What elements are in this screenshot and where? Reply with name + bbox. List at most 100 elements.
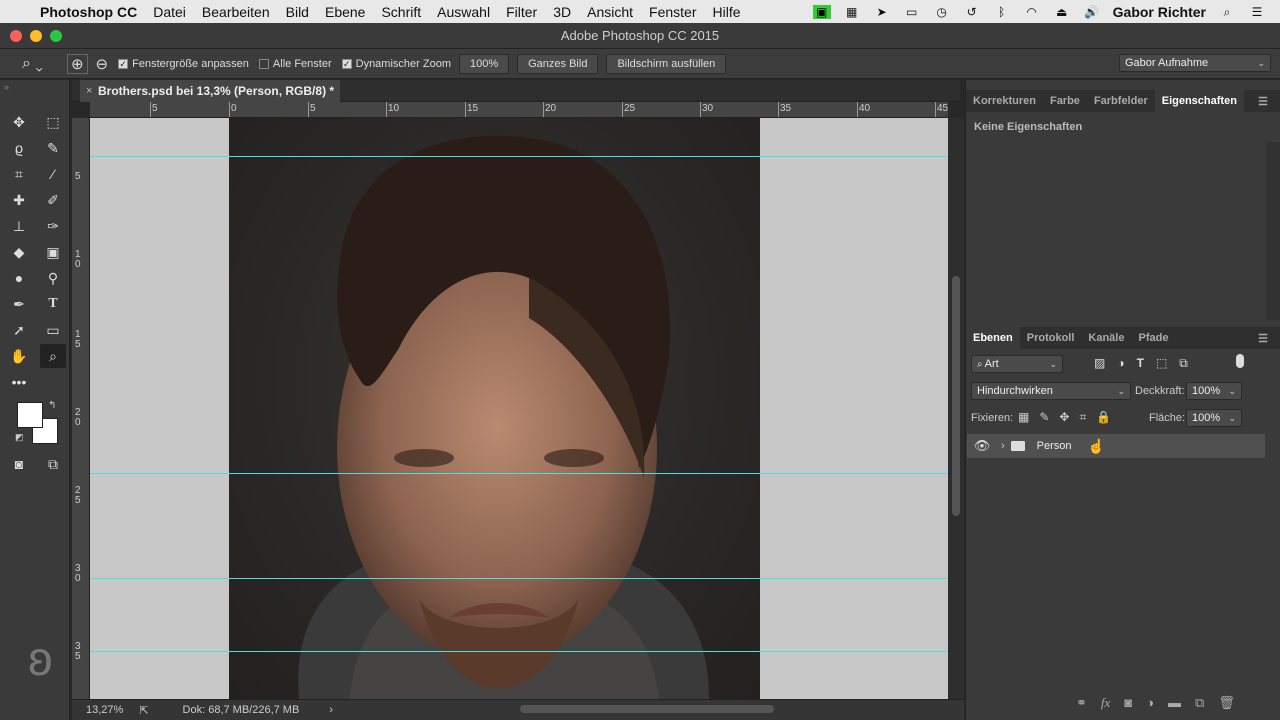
pen-tool-icon[interactable]: ✒ [6,292,32,316]
horizontal-ruler[interactable]: 5 0 5 10 15 20 25 30 35 40 45 [90,102,948,118]
more-tools-icon[interactable]: ••• [6,370,32,394]
rectangle-tool-icon[interactable]: ▭ [40,318,66,342]
link-layers-icon[interactable]: ⚭ [1076,695,1087,711]
filter-toggle-icon[interactable] [1236,354,1244,368]
lock-position-icon[interactable]: ✥ [1059,410,1069,425]
menu-app-name[interactable]: Photoshop CC [40,4,137,20]
zoom-in-icon[interactable]: ⊕ [66,53,88,74]
move-tool-icon[interactable]: ✥ [6,110,32,134]
layer-filter-dropdown[interactable]: ⌕ Art ⌄ [971,355,1063,373]
dodge-tool-icon[interactable]: ⚲ [40,266,66,290]
canvas-area[interactable] [90,118,948,699]
dynamic-zoom-checkbox[interactable]: ✓ [341,58,352,69]
properties-scrollbar[interactable] [1266,142,1280,320]
adjustment-filter-icon[interactable]: ◑ [1117,356,1124,371]
menu-ebene[interactable]: Ebene [325,4,365,20]
quick-mask-icon[interactable]: ◙ [6,452,32,476]
layer-name[interactable]: Person [1037,440,1072,452]
brush-tool-icon[interactable]: ✐ [40,188,66,212]
status-app-icon[interactable]: ▣ [812,4,831,19]
path-selection-tool-icon[interactable]: ➚ [6,318,32,342]
lock-image-pixels-icon[interactable]: ✎ [1039,410,1049,425]
delete-layer-icon[interactable]: 🗑 [1218,695,1235,711]
foreground-color-swatch[interactable] [17,402,43,428]
shape-filter-icon[interactable]: ⬚ [1156,356,1167,371]
tab-korrekturen[interactable]: Korrekturen [966,95,1043,107]
menu-auswahl[interactable]: Auswahl [437,4,490,20]
new-group-icon[interactable]: ▬ [1168,695,1181,711]
tab-kanaele[interactable]: Kanäle [1081,332,1131,344]
menu-bild[interactable]: Bild [286,4,309,20]
guide-line[interactable] [90,156,948,157]
guide-line[interactable] [90,578,948,579]
spotlight-search-icon[interactable]: ⌕ [1218,5,1236,19]
menu-datei[interactable]: Datei [153,4,186,20]
history-icon[interactable]: ↺ [963,5,981,19]
layer-style-fx-icon[interactable]: fx [1101,695,1110,711]
toolbar-collapse-icon[interactable]: » [4,82,9,92]
tab-farbe[interactable]: Farbe [1043,95,1087,107]
close-window-button[interactable] [10,30,22,42]
fit-window-checkbox[interactable]: ✓ [118,58,129,69]
zoom-window-button[interactable] [50,30,62,42]
history-brush-tool-icon[interactable]: ✑ [40,214,66,238]
smart-object-filter-icon[interactable]: ⧉ [1179,356,1188,371]
layer-row[interactable]: 👁 › Person ☝ [967,434,1265,458]
eject-icon[interactable]: ⏏ [1053,5,1071,19]
vertical-scroll-thumb[interactable] [952,276,960,516]
new-layer-icon[interactable]: ⧉ [1195,695,1204,711]
zoom-level[interactable]: 13,27% [86,704,123,716]
zoom-tool-preset-icon[interactable]: ⌕ ⌄ [22,55,43,73]
horizontal-scroll-thumb[interactable] [520,705,774,713]
hand-tool-icon[interactable]: ✋ [6,344,32,368]
clock-icon[interactable]: ◷ [933,5,951,19]
healing-brush-tool-icon[interactable]: ✚ [6,188,32,212]
opacity-field[interactable]: 100% ⌄ [1186,382,1242,400]
fill-field[interactable]: 100% ⌄ [1186,409,1242,427]
bluetooth-icon[interactable]: ᛒ [993,5,1011,19]
gradient-tool-icon[interactable]: ▣ [40,240,66,264]
grid-icon[interactable]: ▦ [843,5,861,19]
guide-line[interactable] [90,651,948,652]
close-icon[interactable]: × [86,85,92,97]
tab-ebenen[interactable]: Ebenen [966,327,1020,349]
zoom-100-button[interactable]: 100% [458,53,510,74]
crop-tool-icon[interactable]: ⌗ [6,162,32,186]
document-tab[interactable]: × Brothers.psd bei 13,3% (Person, RGB/8)… [80,80,340,102]
status-menu-arrow-icon[interactable]: › [329,704,333,716]
vertical-ruler[interactable]: 5 1 0 1 5 2 0 2 5 3 0 3 5 [72,118,90,699]
menu-ansicht[interactable]: Ansicht [587,4,633,20]
lock-artboard-icon[interactable]: ⌗ [1079,410,1086,425]
whole-image-button[interactable]: Ganzes Bild [517,53,599,74]
tab-eigenschaften[interactable]: Eigenschaften [1154,90,1244,112]
lock-transparent-pixels-icon[interactable]: ▦ [1018,410,1029,425]
eyedropper-tool-icon[interactable]: ⁄ [40,162,66,186]
eraser-tool-icon[interactable]: ◆ [6,240,32,264]
arrow-icon[interactable]: ➤ [873,5,891,19]
zoom-tool-icon[interactable]: ⌕ [40,344,66,368]
add-mask-icon[interactable]: ◙ [1124,695,1132,711]
workspace-dropdown[interactable]: Gabor Aufnahme ⌄ [1119,54,1271,72]
tab-protokoll[interactable]: Protokoll [1020,332,1082,344]
tab-pfade[interactable]: Pfade [1131,332,1175,344]
volume-icon[interactable]: 🔊 [1083,5,1101,19]
guide-line[interactable] [90,473,948,474]
type-filter-icon[interactable]: T [1137,356,1144,371]
screen-mode-icon[interactable]: ⧉ [40,452,66,476]
default-colors-icon[interactable]: ◩ [15,432,24,443]
lasso-tool-icon[interactable]: ϱ [6,136,32,160]
expand-group-chevron-icon[interactable]: › [1001,440,1005,452]
share-icon[interactable]: ⇱ [139,704,148,717]
quick-selection-tool-icon[interactable]: ✎ [40,136,66,160]
pixel-filter-icon[interactable]: ▨ [1094,356,1105,371]
vertical-scrollbar[interactable] [948,118,964,699]
type-tool-icon[interactable]: T [40,292,66,316]
display-icon[interactable]: ▭ [903,5,921,19]
notification-list-icon[interactable]: ☰ [1248,5,1266,19]
minimize-window-button[interactable] [30,30,42,42]
marquee-tool-icon[interactable]: ⬚ [40,110,66,134]
menu-fenster[interactable]: Fenster [649,4,696,20]
tab-farbfelder[interactable]: Farbfelder [1087,95,1155,107]
menu-filter[interactable]: Filter [506,4,537,20]
panel-menu-icon[interactable]: ☰ [1251,95,1275,108]
